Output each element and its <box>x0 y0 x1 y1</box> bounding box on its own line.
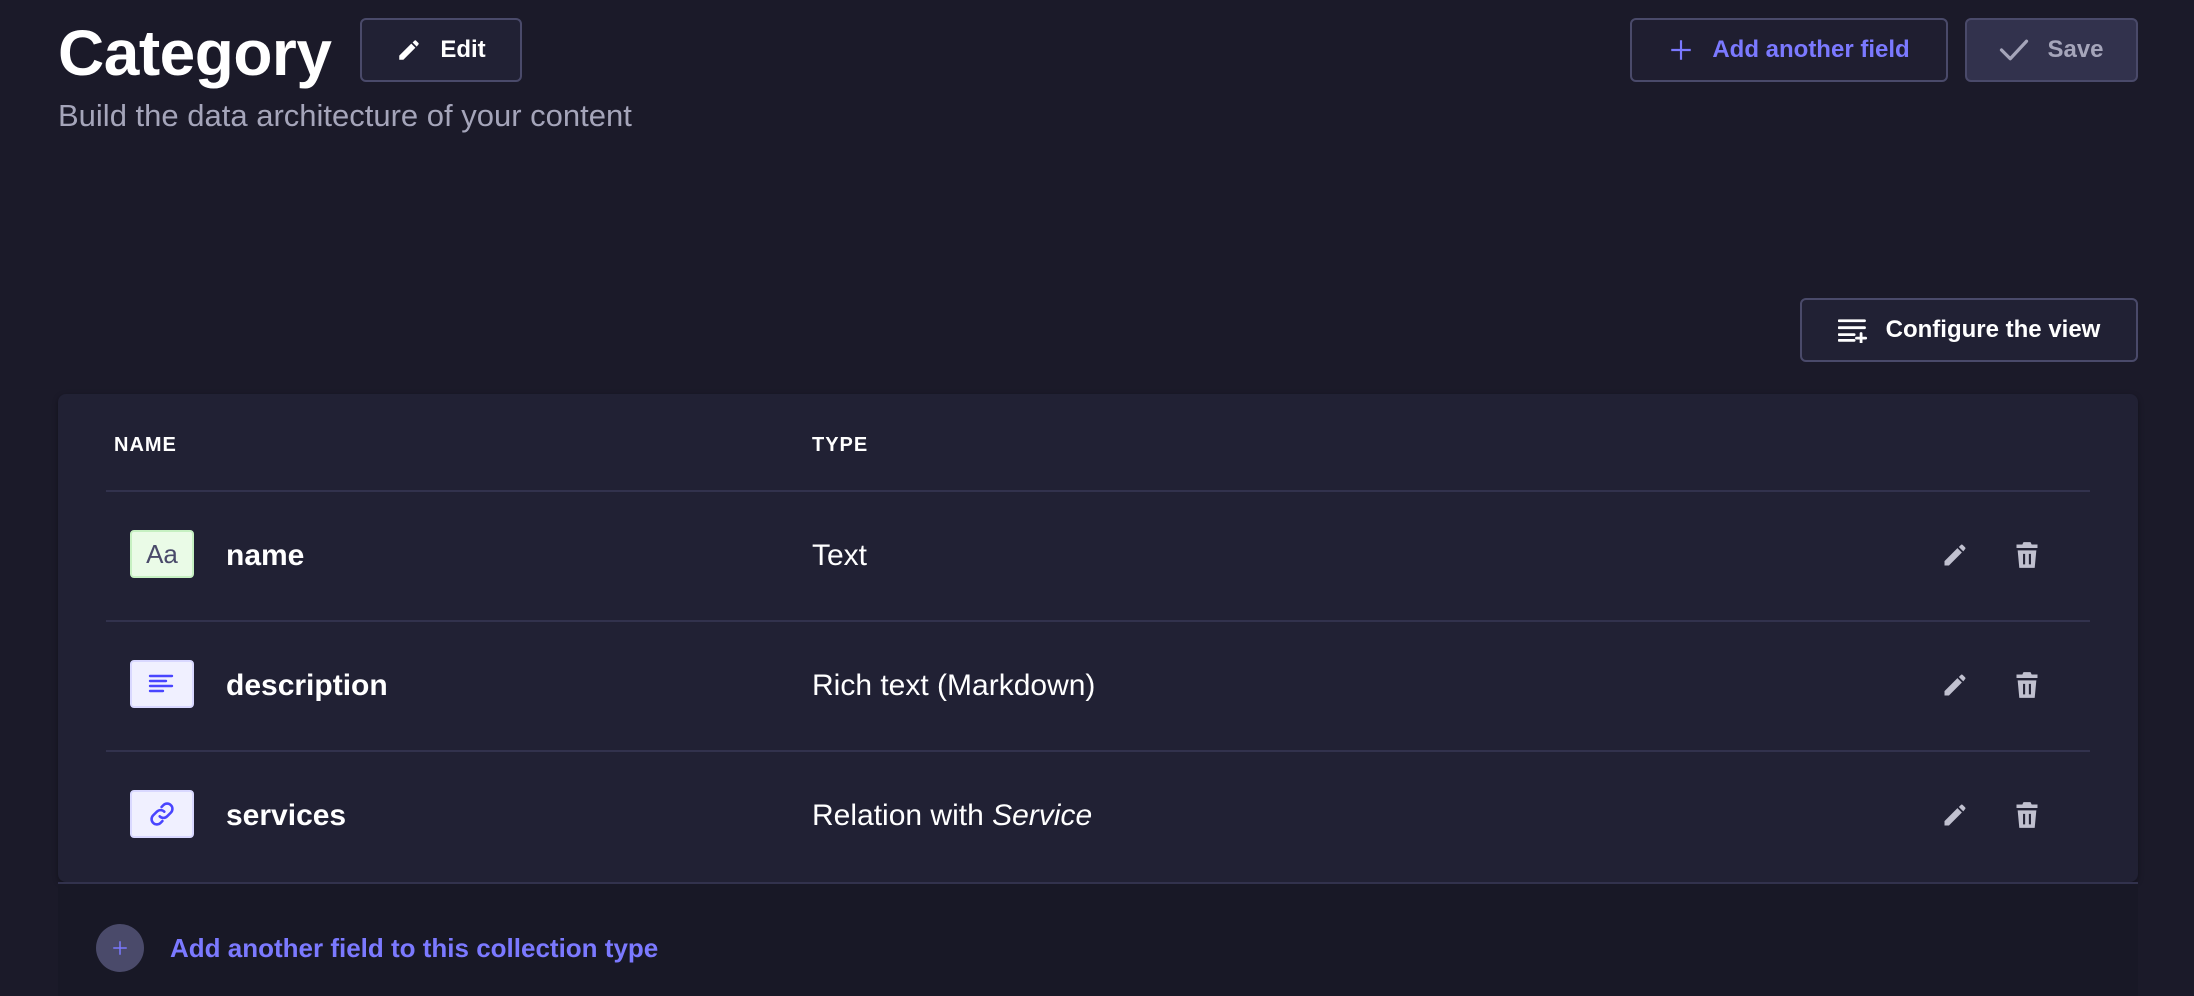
pencil-icon[interactable] <box>1938 798 1972 832</box>
add-field-footer: Add another field to this collection typ… <box>58 882 2138 996</box>
page-subtitle: Build the data architecture of your cont… <box>58 98 632 133</box>
table-row: description Rich text (Markdown) <box>58 622 2138 750</box>
plus-icon <box>1668 37 1694 63</box>
pencil-icon[interactable] <box>1938 668 1972 702</box>
fields-table: NAME TYPE Aa name Text description Rich … <box>58 394 2138 882</box>
field-name: name <box>226 539 305 572</box>
relation-icon <box>130 790 194 838</box>
field-name: description <box>226 669 388 702</box>
field-type: Relation with Service <box>812 796 1092 836</box>
list-settings-icon <box>1837 317 1868 343</box>
configure-view-button[interactable]: Configure the view <box>1800 298 2138 362</box>
add-field-to-collection-link[interactable]: Add another field to this collection typ… <box>170 930 658 966</box>
page-title: Category <box>58 17 332 89</box>
pencil-icon[interactable] <box>1938 538 1972 572</box>
check-icon <box>1999 37 2029 63</box>
column-header-name: NAME <box>114 434 177 456</box>
table-row: services Relation with Service <box>58 752 2138 880</box>
trash-icon[interactable] <box>2010 538 2044 572</box>
field-type: Rich text (Markdown) <box>812 669 1096 702</box>
column-header-type: TYPE <box>812 434 869 456</box>
table-row: Aa name Text <box>58 492 2138 620</box>
relation-prefix: Relation with <box>812 799 993 832</box>
configure-view-label: Configure the view <box>1885 316 2101 343</box>
edit-button[interactable]: Edit <box>360 18 522 82</box>
save-button-label: Save <box>2047 36 2104 63</box>
trash-icon[interactable] <box>2010 798 2044 832</box>
trash-icon[interactable] <box>2010 668 2044 702</box>
text-icon: Aa <box>130 530 194 578</box>
field-name: services <box>226 799 347 832</box>
edit-button-label: Edit <box>440 36 486 63</box>
save-button[interactable]: Save <box>1965 18 2138 82</box>
rich-text-icon <box>130 660 194 708</box>
plus-circle-icon[interactable] <box>96 924 144 972</box>
pencil-icon <box>396 37 422 63</box>
add-another-field-button[interactable]: Add another field <box>1630 18 1948 82</box>
add-another-field-label: Add another field <box>1712 36 1910 63</box>
field-type: Text <box>812 539 868 572</box>
relation-target: Service <box>992 799 1093 832</box>
content-type-builder-page: Category Build the data architecture of … <box>0 0 2194 996</box>
